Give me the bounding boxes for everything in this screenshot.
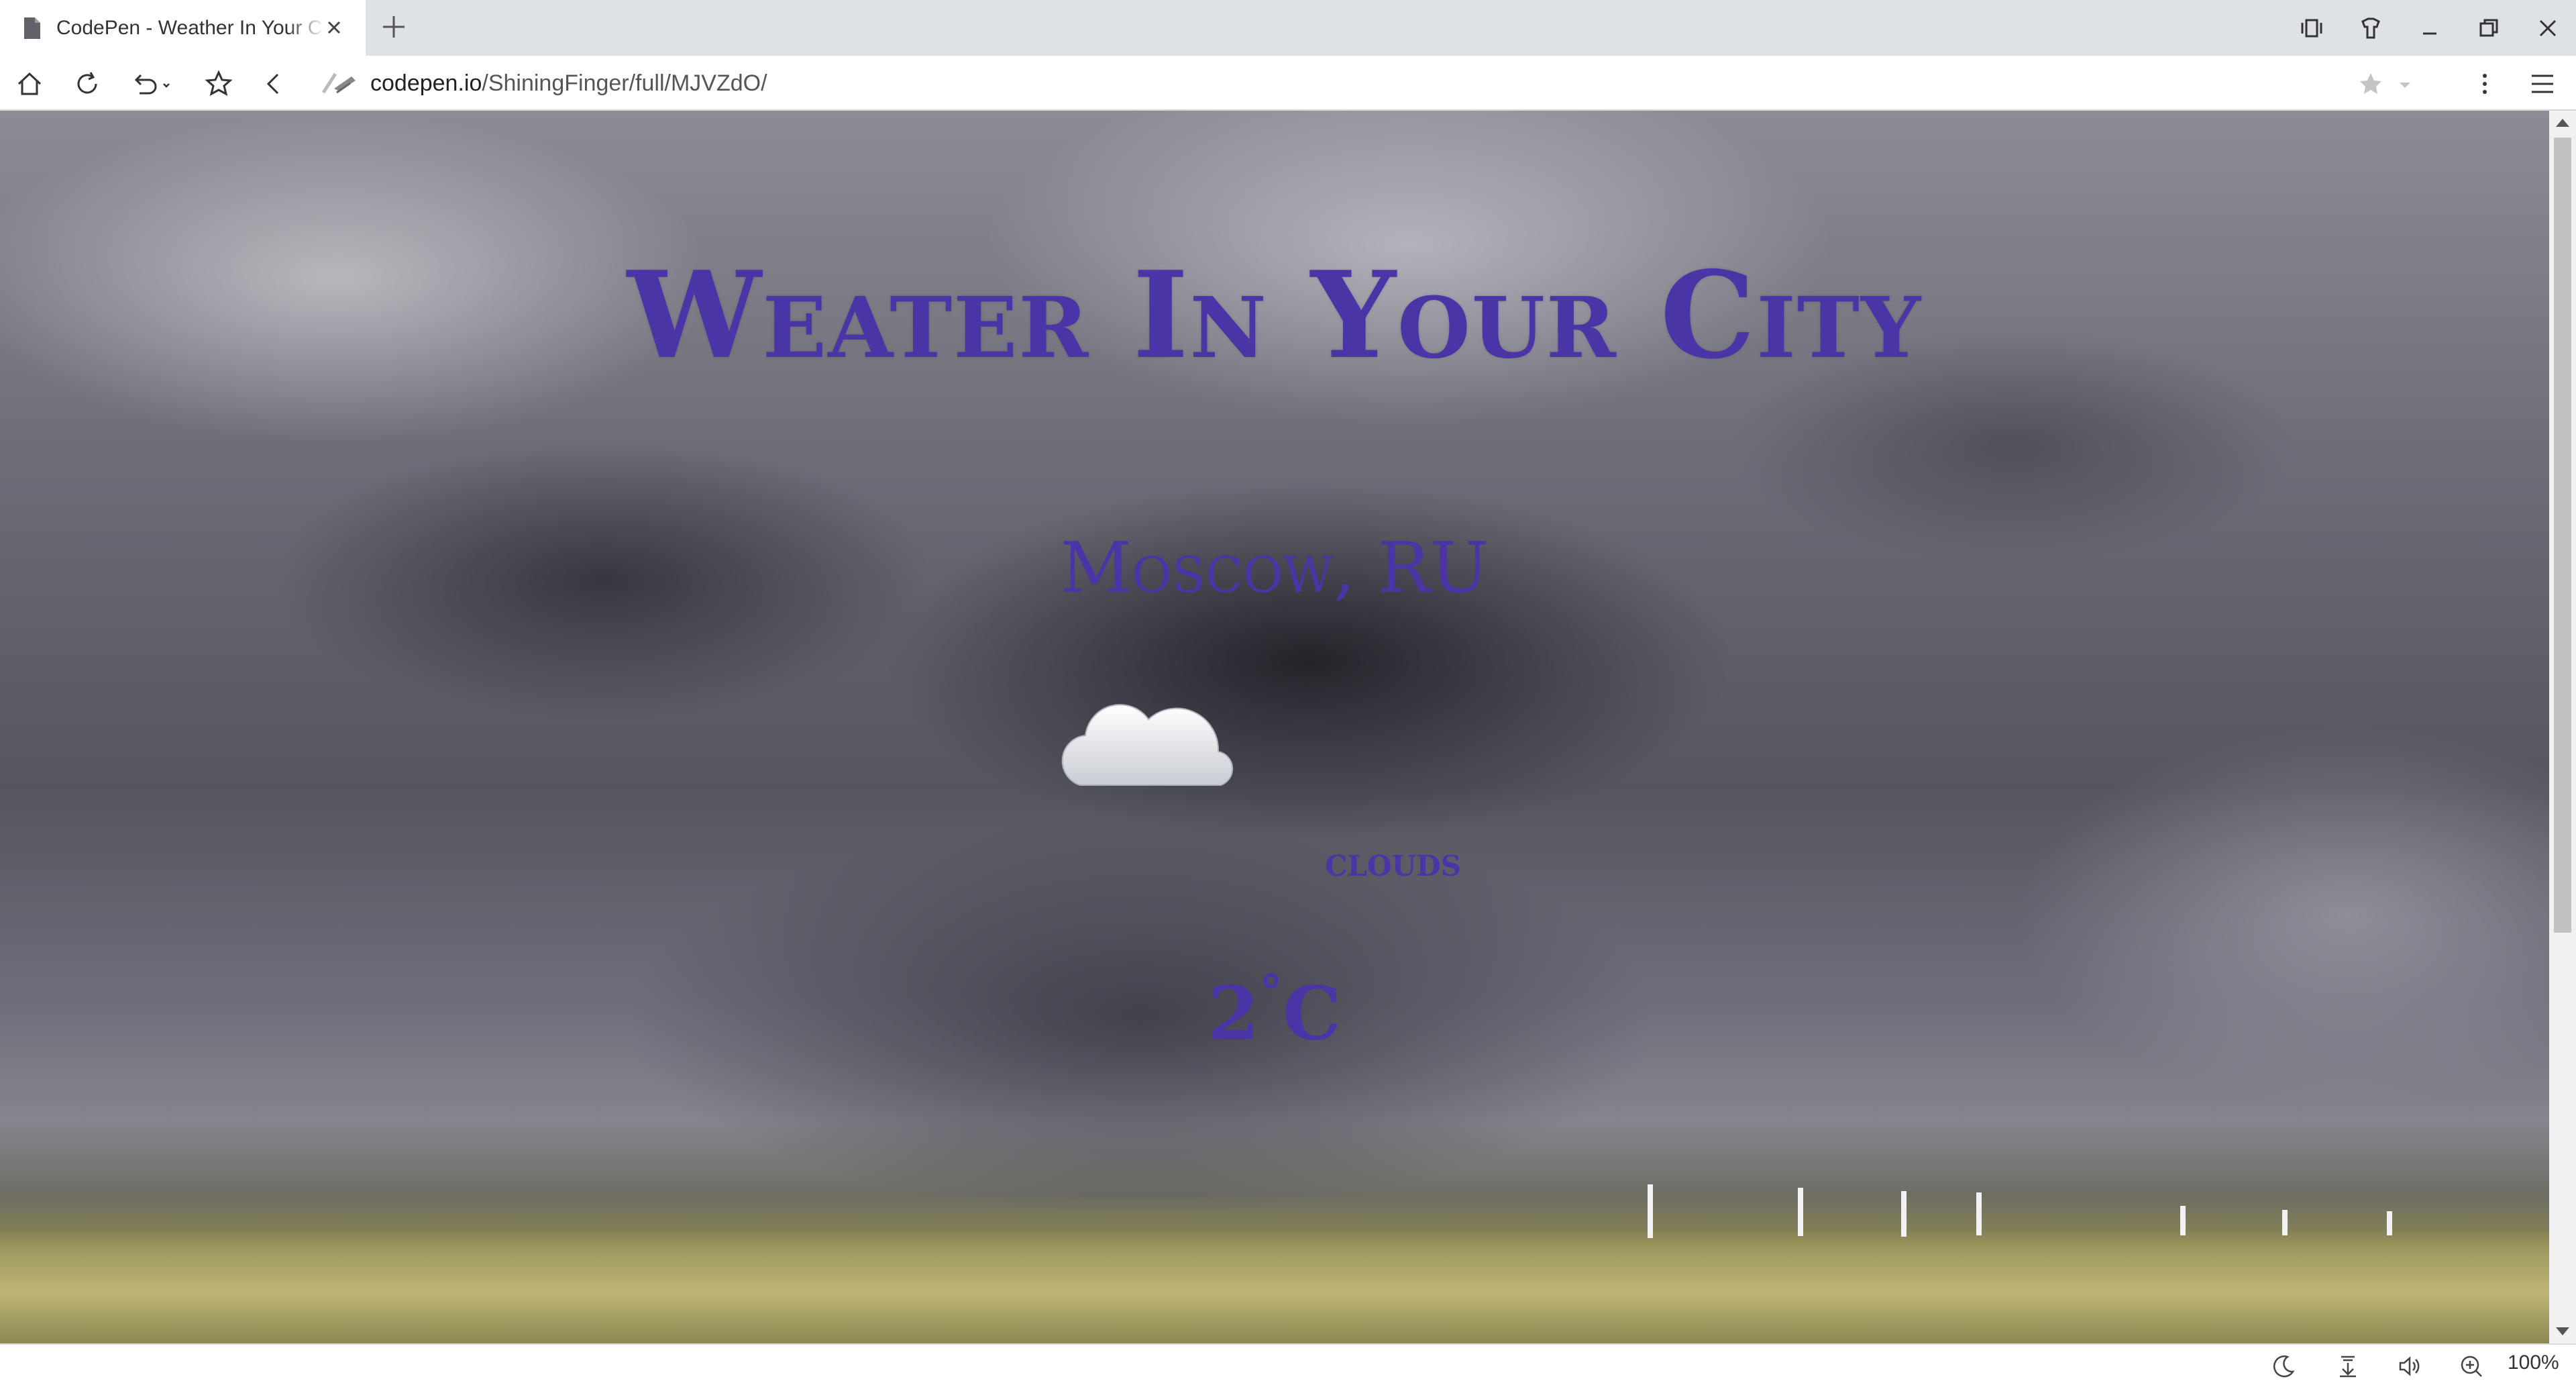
tab-title: CodePen - Weather In Your City: [56, 16, 325, 39]
minimize-icon[interactable]: [2415, 13, 2445, 43]
home-icon[interactable]: [13, 68, 46, 100]
bookmark-dropdown-icon[interactable]: [2395, 68, 2415, 100]
close-window-icon[interactable]: [2533, 13, 2563, 43]
weather-description: clouds: [1325, 839, 1461, 886]
page-title: Weater In Your City: [627, 245, 1923, 385]
status-bar: 100%: [0, 1343, 2576, 1383]
city-name: Moscow, RU: [1060, 527, 1489, 609]
url-host: codepen.io: [370, 70, 482, 96]
document-icon: [24, 17, 40, 39]
scroll-down-icon[interactable]: [2556, 1327, 2569, 1335]
favorites-star-icon[interactable]: [203, 68, 235, 100]
bookmark-star-icon[interactable]: [2355, 68, 2387, 100]
wind-turbine: [2180, 1206, 2186, 1235]
zoom-level[interactable]: 100%: [2508, 1351, 2559, 1374]
wind-turbine: [2282, 1210, 2288, 1235]
menu-icon[interactable]: [2526, 68, 2559, 100]
back-icon[interactable]: [258, 68, 290, 100]
temperature-value: 2: [1208, 970, 1259, 1057]
wind-turbine: [1648, 1184, 1653, 1238]
reload-icon[interactable]: [71, 68, 103, 100]
temperature-unit: C: [1282, 970, 1342, 1057]
more-options-icon[interactable]: [2469, 68, 2501, 100]
toolbar: codepen.io/ShiningFinger/full/MJVZdO/: [0, 56, 2576, 111]
address-bar[interactable]: codepen.io/ShiningFinger/full/MJVZdO/: [319, 62, 2339, 104]
tab-codepen[interactable]: CodePen - Weather In Your City: [0, 0, 366, 56]
zoom-icon[interactable]: [2458, 1353, 2485, 1380]
wind-turbine: [1798, 1188, 1803, 1236]
download-icon[interactable]: [2334, 1353, 2361, 1380]
background-hills: [0, 1229, 2549, 1343]
undo-close-tab-icon[interactable]: [129, 68, 176, 100]
reading-mode-icon[interactable]: [2297, 13, 2326, 43]
temperature: 2°C: [0, 964, 2549, 1057]
tab-bar: CodePen - Weather In Your City: [0, 0, 2576, 56]
site-info-icon[interactable]: [319, 68, 361, 98]
scrollbar-thumb[interactable]: [2554, 138, 2571, 933]
wind-turbine: [1976, 1192, 1982, 1235]
url-path: /ShiningFinger/full/MJVZdO/: [482, 70, 767, 96]
new-tab-icon[interactable]: [379, 12, 409, 42]
degree-symbol: °: [1258, 964, 1283, 1020]
cloud-icon: [1053, 678, 1241, 799]
skin-icon[interactable]: [2356, 13, 2385, 43]
url-text: codepen.io/ShiningFinger/full/MJVZdO/: [370, 70, 767, 97]
close-tab-icon[interactable]: [323, 16, 345, 39]
wind-turbine: [2387, 1211, 2392, 1235]
page-viewport: Weater In Your City Moscow, RU clouds 2°…: [0, 111, 2549, 1343]
sound-icon[interactable]: [2396, 1353, 2423, 1380]
night-mode-icon[interactable]: [2270, 1353, 2297, 1380]
wind-turbine: [1901, 1191, 1907, 1237]
scroll-up-icon[interactable]: [2556, 119, 2569, 127]
vertical-scrollbar[interactable]: [2549, 111, 2576, 1343]
restore-icon[interactable]: [2474, 13, 2504, 43]
